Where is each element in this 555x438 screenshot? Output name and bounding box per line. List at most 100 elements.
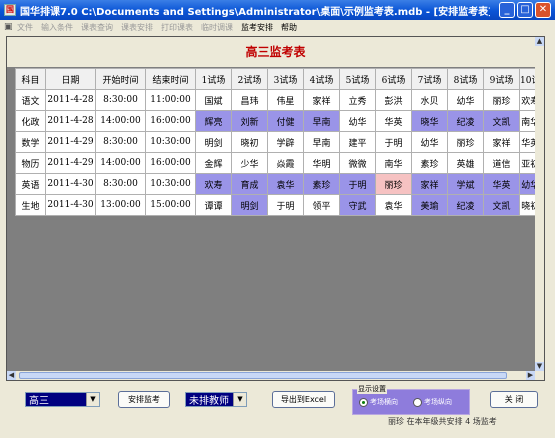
menu-query[interactable]: 课表查询: [81, 22, 113, 33]
table-cell[interactable]: 化政: [15, 110, 46, 132]
table-cell[interactable]: 南华: [375, 152, 412, 174]
column-header[interactable]: 3试场: [267, 68, 304, 90]
table-cell[interactable]: 育成: [231, 173, 268, 195]
table-cell[interactable]: 16:00:00: [145, 110, 196, 132]
menu-print[interactable]: 打印课表: [161, 22, 193, 33]
table-cell[interactable]: 2011-4-30: [45, 194, 96, 216]
table-cell[interactable]: 于明: [375, 131, 412, 153]
table-cell[interactable]: 早南: [303, 131, 340, 153]
table-cell[interactable]: 14:00:00: [95, 152, 146, 174]
horizontal-scrollbar[interactable]: ◀ ▶: [7, 371, 535, 380]
table-cell[interactable]: 家祥: [483, 131, 520, 153]
table-cell[interactable]: 13:00:00: [95, 194, 146, 216]
column-header[interactable]: 8试场: [447, 68, 484, 90]
table-cell[interactable]: 立秀: [339, 89, 376, 111]
table-cell[interactable]: 于明: [267, 194, 304, 216]
table-cell[interactable]: 家祥: [411, 173, 448, 195]
table-cell[interactable]: 明剑: [231, 194, 268, 216]
table-cell[interactable]: 晓初: [231, 131, 268, 153]
table-cell[interactable]: 昌玮: [231, 89, 268, 111]
table-cell[interactable]: 建平: [339, 131, 376, 153]
table-cell[interactable]: 2011-4-28: [45, 110, 96, 132]
table-cell[interactable]: 袁华: [375, 194, 412, 216]
table-cell[interactable]: 国斌: [195, 89, 232, 111]
maximize-button[interactable]: □: [517, 2, 533, 18]
column-header[interactable]: 2试场: [231, 68, 268, 90]
table-cell[interactable]: 16:00:00: [145, 152, 196, 174]
table-cell[interactable]: 谭谭: [195, 194, 232, 216]
table-cell[interactable]: 晓华: [411, 110, 448, 132]
table-cell[interactable]: 生地: [15, 194, 46, 216]
scroll-left-icon[interactable]: ◀: [7, 371, 16, 380]
minimize-button[interactable]: _: [499, 2, 515, 18]
radio-vertical-label[interactable]: 考场纵向: [424, 397, 452, 407]
table-cell[interactable]: 11:00:00: [145, 89, 196, 111]
table-cell[interactable]: 美瑜: [411, 194, 448, 216]
table-cell[interactable]: 欢寿: [195, 173, 232, 195]
table-cell[interactable]: 道信: [483, 152, 520, 174]
table-cell[interactable]: 纪凌: [447, 110, 484, 132]
table-cell[interactable]: 10:30:00: [145, 131, 196, 153]
table-cell[interactable]: 数学: [15, 131, 46, 153]
table-cell[interactable]: 2011-4-28: [45, 89, 96, 111]
table-cell[interactable]: 袁华: [267, 173, 304, 195]
radio-vertical[interactable]: [413, 398, 422, 407]
menu-adjust[interactable]: 临时调课: [201, 22, 233, 33]
table-cell[interactable]: 14:00:00: [95, 110, 146, 132]
radio-horizontal[interactable]: [359, 398, 368, 407]
menu-exam-proctor[interactable]: 监考安排: [241, 22, 273, 33]
table-cell[interactable]: 幼华: [411, 131, 448, 153]
column-header[interactable]: 1试场: [195, 68, 232, 90]
grade-select[interactable]: 高三 ▼: [25, 392, 100, 407]
table-cell[interactable]: 于明: [339, 173, 376, 195]
horizontal-scroll-thumb[interactable]: [19, 372, 507, 379]
table-cell[interactable]: 文凯: [483, 110, 520, 132]
column-header[interactable]: 科目: [15, 68, 46, 90]
table-cell[interactable]: 2011-4-29: [45, 152, 96, 174]
table-cell[interactable]: 学斌: [447, 173, 484, 195]
table-cell[interactable]: 焱霞: [267, 152, 304, 174]
scroll-right-icon[interactable]: ▶: [526, 371, 535, 380]
close-window-button[interactable]: ✕: [535, 2, 551, 18]
column-header[interactable]: 日期: [45, 68, 96, 90]
column-header[interactable]: 4试场: [303, 68, 340, 90]
table-cell[interactable]: 伟星: [267, 89, 304, 111]
table-cell[interactable]: 辉亮: [195, 110, 232, 132]
table-cell[interactable]: 水贝: [411, 89, 448, 111]
table-cell[interactable]: 领平: [303, 194, 340, 216]
table-cell[interactable]: 8:30:00: [95, 89, 146, 111]
table-cell[interactable]: 微微: [339, 152, 376, 174]
column-header[interactable]: 结束时间: [145, 68, 196, 90]
radio-horizontal-label[interactable]: 考场横向: [370, 397, 398, 407]
arrange-exam-button[interactable]: 安排监考: [118, 391, 170, 408]
table-cell[interactable]: 刘新: [231, 110, 268, 132]
table-cell[interactable]: 10:30:00: [145, 173, 196, 195]
column-header[interactable]: 9试场: [483, 68, 520, 90]
table-cell[interactable]: 华英: [375, 110, 412, 132]
table-cell[interactable]: 丽珍: [447, 131, 484, 153]
chevron-down-icon[interactable]: ▼: [86, 393, 99, 406]
table-cell[interactable]: 8:30:00: [95, 173, 146, 195]
close-button[interactable]: 关 闭: [490, 391, 538, 408]
table-cell[interactable]: 纪凌: [447, 194, 484, 216]
chevron-down-icon[interactable]: ▼: [233, 393, 246, 406]
table-cell[interactable]: 付健: [267, 110, 304, 132]
table-cell[interactable]: 物历: [15, 152, 46, 174]
table-cell[interactable]: 幼华: [447, 89, 484, 111]
table-cell[interactable]: 明剑: [195, 131, 232, 153]
table-cell[interactable]: 2011-4-29: [45, 131, 96, 153]
table-cell[interactable]: 语文: [15, 89, 46, 111]
menu-schedule[interactable]: 课表安排: [121, 22, 153, 33]
table-cell[interactable]: 早南: [303, 110, 340, 132]
table-cell[interactable]: 少华: [231, 152, 268, 174]
table-cell[interactable]: 金辉: [195, 152, 232, 174]
menu-file[interactable]: 文件: [17, 22, 33, 33]
table-cell[interactable]: 家祥: [303, 89, 340, 111]
column-header[interactable]: 6试场: [375, 68, 412, 90]
table-cell[interactable]: 英雄: [447, 152, 484, 174]
menu-help[interactable]: 帮助: [281, 22, 297, 33]
table-cell[interactable]: 15:00:00: [145, 194, 196, 216]
table-cell[interactable]: 彭洪: [375, 89, 412, 111]
column-header[interactable]: 5试场: [339, 68, 376, 90]
table-cell[interactable]: 英语: [15, 173, 46, 195]
